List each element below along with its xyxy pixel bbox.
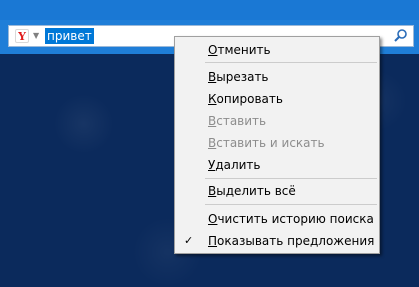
chevron-down-icon[interactable]: ▼: [33, 30, 39, 42]
menu-item-label: Вставить и искать: [208, 136, 325, 150]
menu-item-label: Показывать предложения: [208, 234, 375, 248]
yandex-logo-icon[interactable]: Y: [15, 29, 29, 43]
menu-separator: [205, 178, 377, 179]
menu-separator: [205, 204, 377, 205]
menu-item-delete[interactable]: Удалить: [175, 155, 379, 175]
search-input[interactable]: привет: [45, 28, 94, 44]
menu-item-label: Очистить историю поиска: [208, 212, 374, 226]
menu-item-clear-search-history[interactable]: Очистить историю поиска: [175, 209, 379, 229]
checkmark-icon: ✓: [184, 234, 194, 247]
menu-item-label: Отменить: [208, 43, 271, 57]
menu-item-label: Выделить всё: [208, 184, 296, 198]
menu-item-cut[interactable]: Вырезать: [175, 67, 379, 87]
window-titlebar: [0, 0, 419, 20]
menu-item-undo[interactable]: Отменить: [175, 40, 379, 60]
menu-item-copy[interactable]: Копировать: [175, 89, 379, 109]
menu-separator: [205, 62, 377, 63]
menu-item-select-all[interactable]: Выделить всё: [175, 181, 379, 201]
menu-item-paste[interactable]: Вставить: [175, 111, 379, 131]
menu-item-label: Вставить: [208, 114, 267, 128]
menu-item-label: Вырезать: [208, 70, 269, 84]
menu-item-show-suggestions[interactable]: ✓ Показывать предложения: [175, 231, 379, 251]
menu-item-label: Копировать: [208, 92, 283, 106]
menu-item-paste-and-search[interactable]: Вставить и искать: [175, 133, 379, 153]
search-icon[interactable]: [392, 27, 410, 45]
context-menu: Отменить Вырезать Копировать Вставить Вс…: [174, 36, 380, 254]
menu-item-label: Удалить: [208, 158, 261, 172]
